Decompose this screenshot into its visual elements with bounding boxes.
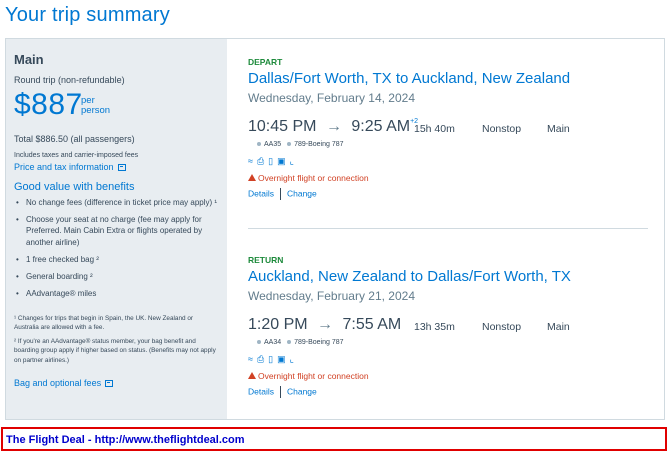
arrow-icon: → [317,316,334,333]
wifi-icon: ≈ [248,354,253,364]
overnight-text: Overnight flight or connection [258,371,369,381]
duration: 13h 35m [414,321,455,333]
divider [279,188,281,200]
benefit-item: No change fees (difference in ticket pri… [14,197,219,208]
bullet-icon [257,340,261,344]
bag-fees-link[interactable]: Bag and optional fees [14,378,114,388]
segment-divider [248,228,648,229]
benefit-item: 1 free checked bag ² [14,254,219,265]
usb-icon: ▯ [268,354,274,364]
arrive-time: 7:55 AM [342,316,402,333]
duration: 15h 40m [414,123,455,135]
total-price: Total $886.50 (all passengers) [14,134,135,144]
usb-icon: ▯ [268,156,274,166]
warning-icon [248,174,256,181]
stops: Nonstop [482,123,522,135]
entertainment-icon: ▣ [277,354,286,364]
person-label: person [81,105,111,116]
power-icon: ⎙ [256,156,265,166]
trip-summary-card: Main Round trip (non-refundable) $887 pe… [5,38,665,420]
footer-banner: The Flight Deal - http://www.theflightde… [1,427,667,451]
wifi-icon: ≈ [248,156,253,166]
overnight-text: Overnight flight or connection [258,173,369,183]
price: $887 [14,88,83,121]
arrow-icon: → [325,118,342,135]
footnote-1: ¹ Changes for trips that begin in Spain,… [14,315,194,332]
bag-fees-label: Bag and optional fees [14,378,102,388]
segment-times: 10:45 PM → 9:25 AM+2 15h 40m Nonstop Mai… [248,118,648,138]
benefit-item: General boarding ² [14,271,219,282]
flight-number: AA34 [264,339,282,346]
flight-info: AA34 789-Boeing 787 [248,339,648,346]
fare-type: Round trip (non-refundable) [14,75,125,85]
divider [279,386,281,398]
bullet-icon [257,142,261,146]
segment-date: Wednesday, February 14, 2024 [248,91,415,105]
segment-route: Dallas/Fort Worth, TX to Auckland, New Z… [248,70,571,87]
per-person-label: per person [81,96,110,116]
overnight-warning: Overnight flight or connection [248,371,648,381]
footer-text: The Flight Deal - http://www.theflightde… [6,434,245,446]
segment-actions: Details Change [248,188,648,200]
includes-taxes-note: Includes taxes and carrier-imposed fees [14,152,139,159]
segment-route: Auckland, New Zealand to Dallas/Fort Wor… [248,268,571,285]
benefits-list: No change fees (difference in ticket pri… [14,197,219,305]
cabin: Main [547,123,570,135]
bullet-icon [287,340,292,344]
benefits-heading: Good value with benefits [14,181,135,193]
change-link[interactable]: Change [287,386,317,396]
flight-info: AA35 789-Boeing 787 [248,141,648,148]
arrive-time: 9:25 AM [351,118,411,135]
segment-label: DEPART [248,57,283,67]
depart-segment: DEPART Dallas/Fort Worth, TX to Auckland… [248,57,648,200]
segment-date: Wednesday, February 21, 2024 [248,289,415,303]
amenities: ≈ ⎙ ▯ ▣ ⌞ [248,349,648,364]
depart-time: 1:20 PM [248,316,308,333]
price-tax-info-link[interactable]: Price and tax information [14,162,126,172]
flight-number: AA35 [264,141,282,148]
segment-label: RETURN [248,255,284,265]
fare-name: Main [14,52,44,67]
page-title: Your trip summary [5,4,170,26]
benefit-item: Choose your seat at no charge (fee may a… [14,214,219,248]
stops: Nonstop [482,321,522,333]
cabin: Main [547,321,570,333]
details-link[interactable]: Details [248,386,274,396]
external-link-icon [117,164,126,171]
lie-flat-seat-icon: ⌞ [289,156,294,166]
details-link[interactable]: Details [248,188,274,198]
aircraft: 789-Boeing 787 [294,141,344,148]
bullet-icon [287,142,292,146]
entertainment-icon: ▣ [277,156,286,166]
power-icon: ⎙ [256,354,265,364]
aircraft: 789-Boeing 787 [294,339,344,346]
lie-flat-seat-icon: ⌞ [289,354,294,364]
change-link[interactable]: Change [287,188,317,198]
amenities: ≈ ⎙ ▯ ▣ ⌞ [248,151,648,166]
overnight-warning: Overnight flight or connection [248,173,648,183]
price-tax-info-label: Price and tax information [14,162,114,172]
itinerary-panel: DEPART Dallas/Fort Worth, TX to Auckland… [227,39,664,419]
depart-time: 10:45 PM [248,118,317,135]
benefit-item: AAdvantage® miles [14,288,219,299]
external-link-icon [105,380,114,387]
return-segment: RETURN Auckland, New Zealand to Dallas/F… [248,255,648,398]
segment-actions: Details Change [248,386,648,398]
warning-icon [248,372,256,379]
segment-times: 1:20 PM → 7:55 AM 13h 35m Nonstop Main [248,316,648,336]
fare-panel: Main Round trip (non-refundable) $887 pe… [6,39,227,419]
footnote-2: ² If you're an AAdvantage® status member… [14,338,216,364]
